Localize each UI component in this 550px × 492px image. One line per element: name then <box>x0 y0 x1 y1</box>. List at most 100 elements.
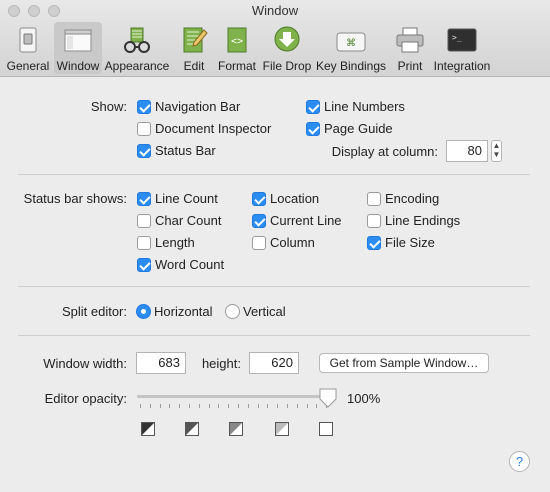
slider-tick <box>189 404 190 408</box>
tab-key-bindings-label: Key Bindings <box>315 59 387 73</box>
tab-window-label: Window <box>56 59 100 73</box>
page-guide-checkbox[interactable] <box>306 122 320 136</box>
tab-appearance[interactable]: Appearance <box>104 22 170 74</box>
tab-file-drop[interactable]: File Drop <box>260 22 314 74</box>
display-at-column-label: Display at column: <box>331 144 438 159</box>
slider-tick <box>140 404 141 408</box>
toolbar: Window General Window Appearance Edit <>… <box>0 0 550 77</box>
slider-tick <box>169 404 171 408</box>
horizontal-radio[interactable] <box>136 304 151 319</box>
split-editor-label: Split editor: <box>61 304 127 319</box>
tab-appearance-label: Appearance <box>104 59 170 73</box>
display-at-column-stepper[interactable]: ▲ ▼ <box>491 140 502 162</box>
vertical-radio[interactable] <box>225 304 240 319</box>
display-at-column-input[interactable]: 80 <box>446 140 488 162</box>
current-line-checkbox[interactable] <box>252 214 266 228</box>
opacity-preset-1-swatch[interactable] <box>185 422 199 436</box>
slider-tick <box>296 404 298 408</box>
tab-print[interactable]: Print <box>390 22 430 74</box>
document-inspector-checkbox[interactable] <box>137 122 151 136</box>
tab-key-bindings[interactable]: ⌘ Key Bindings <box>314 22 388 74</box>
line-count-checkbox[interactable] <box>137 192 151 206</box>
section-divider <box>18 286 530 287</box>
window-width-input[interactable]: 683 <box>136 352 186 374</box>
slider-tick <box>316 404 318 408</box>
encoding-checkbox[interactable] <box>367 192 381 206</box>
status-bar-checkbox[interactable] <box>137 144 151 158</box>
tab-general[interactable]: General <box>4 22 52 74</box>
window-title: Window <box>251 3 299 18</box>
section-divider <box>18 335 530 336</box>
svg-text:<>: <> <box>231 36 243 47</box>
slider-tick <box>159 404 161 408</box>
slider-tick <box>208 404 210 408</box>
opacity-preset-3-swatch[interactable] <box>275 422 289 436</box>
slider-tick <box>277 404 279 408</box>
file-size-label: File Size <box>385 235 435 250</box>
slider-tick <box>257 404 259 408</box>
location-checkbox[interactable] <box>252 192 266 206</box>
line-count-label: Line Count <box>155 191 218 206</box>
opacity-slider-thumb[interactable] <box>319 388 337 411</box>
tab-integration[interactable]: >_ Integration <box>430 22 494 74</box>
column-checkbox[interactable] <box>252 236 266 250</box>
word-count-label: Word Count <box>155 257 225 272</box>
navigation-bar-label: Navigation Bar <box>155 99 241 114</box>
horizontal-label: Horizontal <box>154 304 213 319</box>
document-inspector-label: Document Inspector <box>155 121 272 136</box>
slider-tick <box>238 404 239 408</box>
line-numbers-checkbox[interactable] <box>306 100 320 114</box>
get-from-sample-window-button[interactable]: Get from Sample Window… <box>319 353 489 373</box>
length-label: Length <box>155 235 195 250</box>
tab-print-label: Print <box>397 59 423 73</box>
line-endings-checkbox[interactable] <box>367 214 381 228</box>
edit-document-icon <box>178 26 210 54</box>
status-bar-shows-label: Status bar shows: <box>23 191 127 206</box>
current-line-label: Current Line <box>270 213 342 228</box>
opacity-value: 100% <box>347 391 381 406</box>
preferences-window: Window General Window Appearance Edit <>… <box>0 0 550 492</box>
download-arrow-icon <box>271 26 303 54</box>
char-count-checkbox[interactable] <box>137 214 151 228</box>
line-numbers-label: Line Numbers <box>324 99 405 114</box>
tab-edit[interactable]: Edit <box>174 22 214 74</box>
opacity-preset-2-swatch[interactable] <box>229 422 243 436</box>
tab-edit-label: Edit <box>183 59 205 73</box>
page-guide-label: Page Guide <box>324 121 393 136</box>
opacity-preset-0-swatch[interactable] <box>141 422 155 436</box>
slider-tick <box>287 404 288 408</box>
glasses-icon <box>121 26 153 54</box>
help-button[interactable]: ? <box>509 451 530 472</box>
tab-format[interactable]: <> Format <box>214 22 260 74</box>
file-size-checkbox[interactable] <box>367 236 381 250</box>
opacity-slider-track[interactable] <box>137 395 333 398</box>
keyboard-key-icon: ⌘ <box>335 26 367 54</box>
word-count-checkbox[interactable] <box>137 258 151 272</box>
column-label: Column <box>270 235 315 250</box>
encoding-label: Encoding <box>385 191 440 206</box>
navigation-bar-checkbox[interactable] <box>137 100 151 114</box>
length-checkbox[interactable] <box>137 236 151 250</box>
slider-tick <box>228 404 230 408</box>
window-height-label: height: <box>201 356 241 371</box>
tab-integration-label: Integration <box>433 59 491 73</box>
tab-file-drop-label: File Drop <box>262 59 312 73</box>
printer-icon <box>394 26 426 54</box>
terminal-icon: >_ <box>446 26 478 54</box>
window-height-input[interactable]: 620 <box>249 352 299 374</box>
tab-format-label: Format <box>217 59 256 73</box>
tab-general-label: General <box>6 59 50 73</box>
section-divider <box>18 174 530 175</box>
svg-text:>_: >_ <box>452 33 462 42</box>
switch-icon <box>12 26 44 54</box>
opacity-preset-4-swatch[interactable] <box>319 422 333 436</box>
line-endings-label: Line Endings <box>385 213 461 228</box>
vertical-label: Vertical <box>243 304 286 319</box>
format-document-icon: <> <box>221 26 253 54</box>
slider-tick <box>179 404 181 408</box>
window-icon <box>62 26 94 54</box>
tab-window[interactable]: Window <box>54 22 102 74</box>
slider-tick <box>218 404 220 408</box>
svg-text:⌘: ⌘ <box>346 38 356 49</box>
slider-tick <box>149 404 151 408</box>
